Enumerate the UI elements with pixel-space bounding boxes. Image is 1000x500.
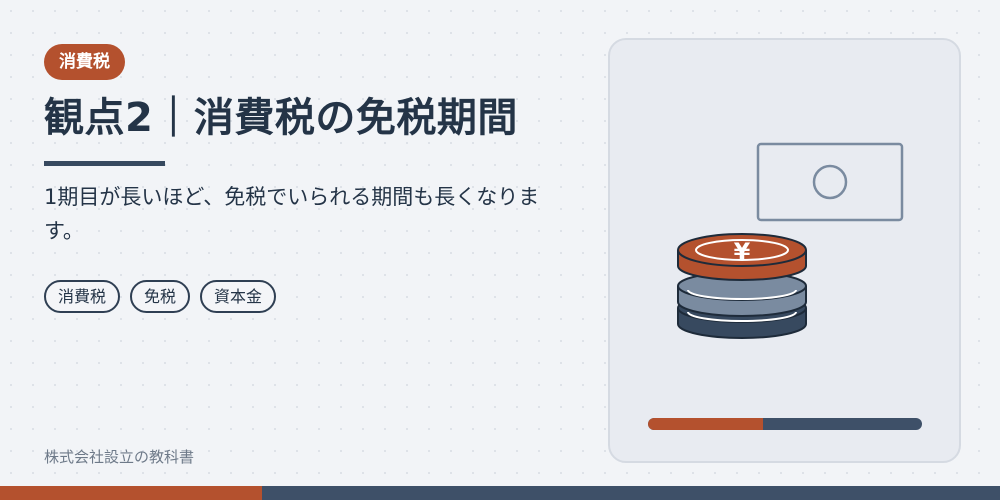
tag-tax-exemption[interactable]: 免税 bbox=[130, 280, 191, 313]
bottom-accent-bar bbox=[0, 486, 1000, 500]
yen-symbol: ¥ bbox=[734, 238, 751, 266]
category-badge: 消費税 bbox=[44, 44, 125, 80]
title-underline bbox=[44, 161, 165, 166]
banknote-icon bbox=[756, 142, 904, 222]
illustration-graphic: ¥ bbox=[677, 142, 904, 339]
progress-fill bbox=[648, 418, 764, 430]
site-name: 株式会社設立の教科書 bbox=[44, 448, 195, 466]
description-text: 1期目が長いほど、免税でいられる期間も長くなります。 bbox=[44, 185, 540, 243]
illustration-panel: ¥ bbox=[608, 38, 961, 463]
coin-stack-icon: ¥ bbox=[677, 233, 807, 339]
page-title: 観点2｜消費税の免税期間 bbox=[44, 95, 518, 141]
tag-list: 消費税 免税 資本金 bbox=[44, 280, 277, 313]
progress-bar bbox=[648, 418, 922, 430]
bottom-accent-segment bbox=[0, 486, 262, 500]
tag-capital[interactable]: 資本金 bbox=[200, 280, 277, 313]
tag-consumption-tax[interactable]: 消費税 bbox=[44, 280, 121, 313]
